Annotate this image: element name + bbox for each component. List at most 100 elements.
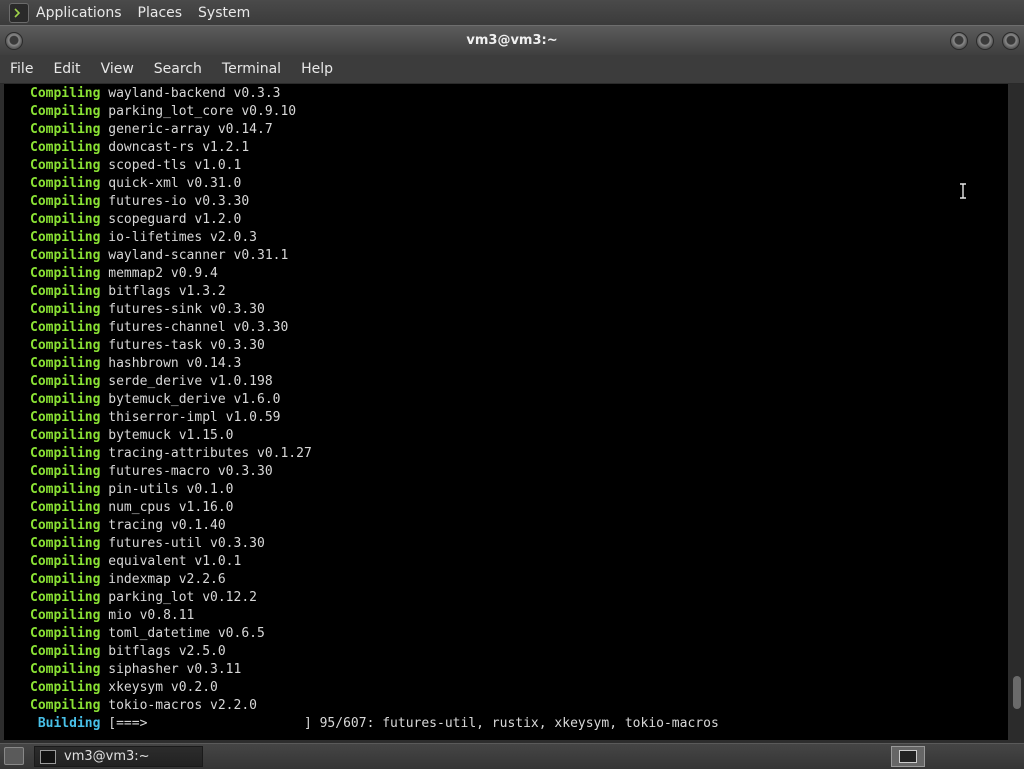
- maximize-button[interactable]: [976, 32, 994, 50]
- crate-name: xkeysym v0.2.0: [108, 680, 218, 695]
- build-status: 95/607: futures-util, rustix, xkeysym, t…: [319, 716, 719, 731]
- crate-name: hashbrown v0.14.3: [108, 356, 242, 371]
- crate-name: serde_derive v1.0.198: [108, 374, 273, 389]
- compile-keyword: Compiling: [30, 644, 101, 659]
- terminal-line: Compiling indexmap v2.2.6: [30, 571, 719, 589]
- compile-keyword: Compiling: [30, 680, 101, 695]
- terminal-window: vm3@vm3:~ File Edit View Search Terminal…: [0, 25, 1024, 743]
- compile-keyword: Compiling: [30, 374, 101, 389]
- crate-name: toml_datetime v0.6.5: [108, 626, 265, 641]
- show-desktop-icon[interactable]: [4, 747, 24, 765]
- crate-name: pin-utils v0.1.0: [108, 482, 234, 497]
- compile-keyword: Compiling: [30, 572, 101, 587]
- crate-name: equivalent v1.0.1: [108, 554, 242, 569]
- terminal-line: Compiling equivalent v1.0.1: [30, 553, 719, 571]
- terminal-line: Compiling wayland-scanner v0.31.1: [30, 247, 719, 265]
- crate-name: futures-task v0.3.30: [108, 338, 265, 353]
- crate-name: bytemuck v1.15.0: [108, 428, 234, 443]
- minimize-button[interactable]: [950, 32, 968, 50]
- terminal-scrollbar[interactable]: [1010, 84, 1024, 740]
- crate-name: tokio-macros v2.2.0: [108, 698, 257, 713]
- close-button[interactable]: [1002, 32, 1020, 50]
- build-progress-bar: [===> ]: [108, 716, 312, 731]
- menu-view[interactable]: View: [101, 61, 134, 77]
- compile-keyword: Compiling: [30, 554, 101, 569]
- crate-name: bytemuck_derive v1.6.0: [108, 392, 281, 407]
- compile-keyword: Compiling: [30, 266, 101, 281]
- window-title: vm3@vm3:~: [466, 33, 558, 48]
- compile-keyword: Compiling: [30, 302, 101, 317]
- panel-menu-places[interactable]: Places: [138, 5, 183, 21]
- crate-name: parking_lot v0.12.2: [108, 590, 257, 605]
- crate-name: tracing v0.1.40: [108, 518, 226, 533]
- terminal-line: Compiling siphasher v0.3.11: [30, 661, 719, 679]
- compile-keyword: Compiling: [30, 428, 101, 443]
- compile-keyword: Compiling: [30, 104, 101, 119]
- top-panel: Applications Places System: [0, 0, 1024, 25]
- crate-name: generic-array v0.14.7: [108, 122, 273, 137]
- terminal-line: Compiling num_cpus v1.16.0: [30, 499, 719, 517]
- compile-keyword: Compiling: [30, 626, 101, 641]
- crate-name: siphasher v0.3.11: [108, 662, 242, 677]
- compile-keyword: Compiling: [30, 518, 101, 533]
- compile-keyword: Compiling: [30, 338, 101, 353]
- terminal-line: Compiling futures-macro v0.3.30: [30, 463, 719, 481]
- bottom-panel: vm3@vm3:~: [0, 743, 1024, 769]
- terminal-line: Compiling bytemuck_derive v1.6.0: [30, 391, 719, 409]
- building-line: Building [===> ] 95/607: futures-util, r…: [30, 715, 719, 733]
- terminal-line: Compiling futures-task v0.3.30: [30, 337, 719, 355]
- crate-name: num_cpus v1.16.0: [108, 500, 234, 515]
- terminal-line: Compiling io-lifetimes v2.0.3: [30, 229, 719, 247]
- taskbar-window-label: vm3@vm3:~: [64, 749, 150, 764]
- panel-menu-applications[interactable]: Applications: [36, 5, 122, 21]
- menu-help[interactable]: Help: [301, 61, 333, 77]
- crate-name: bitflags v1.3.2: [108, 284, 226, 299]
- compile-keyword: Compiling: [30, 356, 101, 371]
- terminal-line: Compiling mio v0.8.11: [30, 607, 719, 625]
- panel-menu-system[interactable]: System: [198, 5, 250, 21]
- crate-name: bitflags v2.5.0: [108, 644, 226, 659]
- terminal-line: Compiling bytemuck v1.15.0: [30, 427, 719, 445]
- workspace-icon[interactable]: [891, 746, 925, 767]
- compile-keyword: Compiling: [30, 194, 101, 209]
- compile-keyword: Compiling: [30, 698, 101, 713]
- crate-name: parking_lot_core v0.9.10: [108, 104, 297, 119]
- compile-keyword: Compiling: [30, 464, 101, 479]
- terminal-line: Compiling pin-utils v0.1.0: [30, 481, 719, 499]
- terminal-app-icon[interactable]: [9, 2, 29, 23]
- crate-name: memmap2 v0.9.4: [108, 266, 218, 281]
- scrollbar-thumb[interactable]: [1013, 676, 1021, 709]
- menu-file[interactable]: File: [10, 61, 33, 77]
- crate-name: indexmap v2.2.6: [108, 572, 226, 587]
- compile-keyword: Compiling: [30, 446, 101, 461]
- compile-keyword: Compiling: [30, 122, 101, 137]
- menu-search[interactable]: Search: [154, 61, 202, 77]
- terminal-line: Compiling xkeysym v0.2.0: [30, 679, 719, 697]
- terminal-lines: Compiling wayland-backend v0.3.3 Compilin…: [30, 85, 719, 733]
- terminal-line: Compiling futures-channel v0.3.30: [30, 319, 719, 337]
- terminal-line: Compiling tracing v0.1.40: [30, 517, 719, 535]
- compile-keyword: Compiling: [30, 86, 101, 101]
- menu-edit[interactable]: Edit: [53, 61, 80, 77]
- compile-keyword: Compiling: [30, 410, 101, 425]
- crate-name: quick-xml v0.31.0: [108, 176, 242, 191]
- terminal-window-icon: [40, 749, 56, 764]
- taskbar-window-button[interactable]: vm3@vm3:~: [34, 746, 203, 767]
- terminal-line: Compiling parking_lot_core v0.9.10: [30, 103, 719, 121]
- terminal-line: Compiling bitflags v1.3.2: [30, 283, 719, 301]
- terminal-line: Compiling bitflags v2.5.0: [30, 643, 719, 661]
- crate-name: futures-util v0.3.30: [108, 536, 265, 551]
- menu-terminal[interactable]: Terminal: [222, 61, 281, 77]
- crate-name: scopeguard v1.2.0: [108, 212, 242, 227]
- terminal-line: Compiling quick-xml v0.31.0: [30, 175, 719, 193]
- window-menubar: File Edit View Search Terminal Help: [0, 55, 1024, 84]
- terminal-line: Compiling thiserror-impl v1.0.59: [30, 409, 719, 427]
- compile-keyword: Compiling: [30, 482, 101, 497]
- compile-keyword: Compiling: [30, 320, 101, 335]
- compile-keyword: Compiling: [30, 248, 101, 263]
- terminal-output[interactable]: Compiling wayland-backend v0.3.3 Compilin…: [4, 84, 1008, 740]
- terminal-line: Compiling serde_derive v1.0.198: [30, 373, 719, 391]
- terminal-line: Compiling toml_datetime v0.6.5: [30, 625, 719, 643]
- crate-name: mio v0.8.11: [108, 608, 195, 623]
- window-titlebar[interactable]: vm3@vm3:~: [0, 25, 1024, 56]
